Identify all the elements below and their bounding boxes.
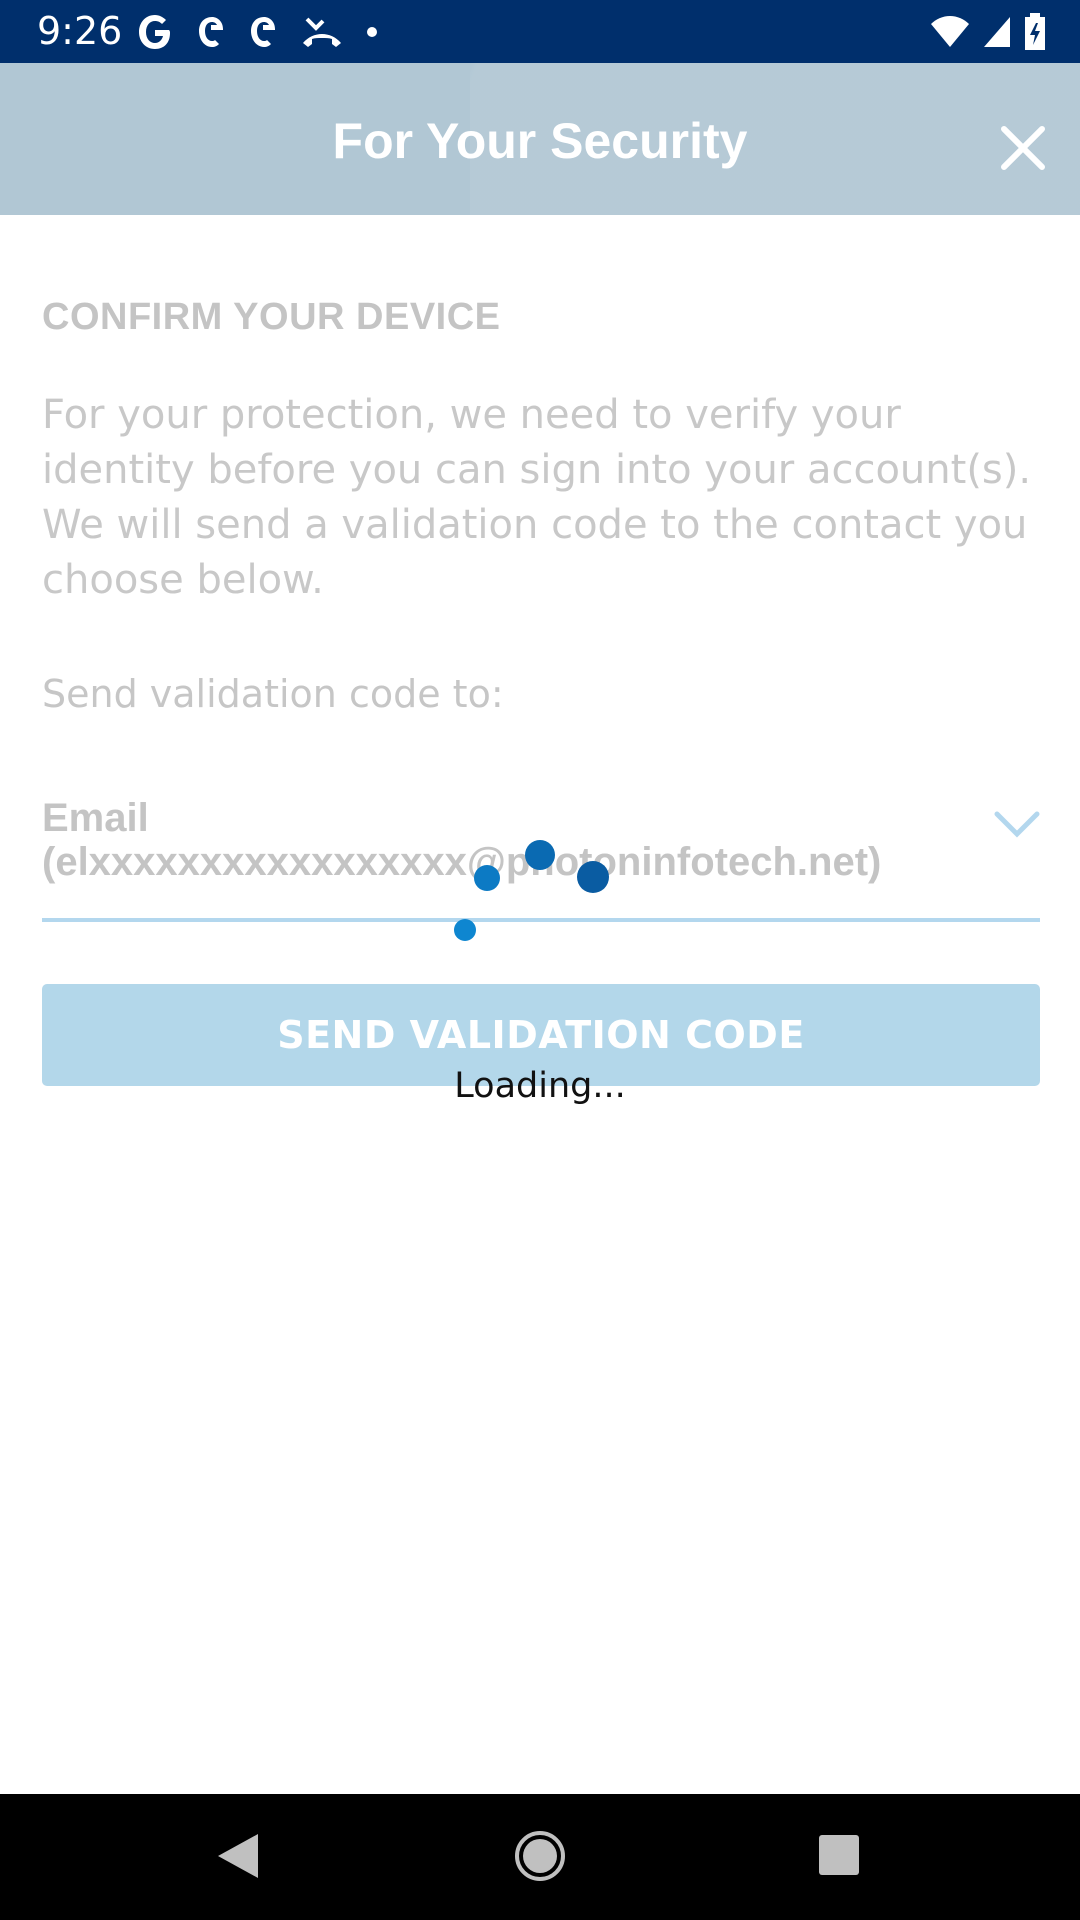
google-icon — [139, 15, 170, 49]
loading-text: Loading... — [454, 1066, 626, 1106]
close-icon[interactable] — [1000, 125, 1046, 171]
section-title: CONFIRM YOUR DEVICE — [42, 296, 501, 338]
missed-call-icon — [303, 17, 341, 47]
battery-icon — [1025, 13, 1045, 50]
modal-header: For Your Security — [0, 63, 1080, 215]
chevron-down-icon — [994, 811, 1040, 838]
description-text: For your protection, we need to verify y… — [42, 392, 1032, 603]
back-icon[interactable] — [216, 1832, 260, 1880]
system-icons — [930, 12, 1046, 52]
wifi-icon — [931, 16, 969, 47]
status-time: 9:26 — [37, 9, 123, 53]
spinner-dot — [454, 919, 476, 941]
home-icon[interactable] — [514, 1830, 566, 1882]
contact-method-dropdown[interactable]: Email (elxxxxxxxxxxxxxxxxx@photoninfotec… — [42, 796, 1040, 922]
page-title: For Your Security — [332, 113, 748, 169]
contact-type-label: Email — [42, 796, 149, 840]
dot-icon — [367, 27, 377, 37]
contact-address: (elxxxxxxxxxxxxxxxxx@photoninfotech.net) — [42, 840, 882, 884]
notification-app-icon — [251, 17, 275, 47]
cell-signal-icon — [984, 17, 1010, 47]
notification-icons — [135, 10, 379, 54]
status-bar: 9:26 — [0, 0, 1080, 63]
loading-spinner — [454, 840, 609, 941]
notification-app-icon — [199, 17, 223, 47]
send-to-label: Send validation code to: — [42, 672, 504, 716]
recents-icon[interactable] — [818, 1834, 860, 1876]
navigation-bar — [0, 1794, 1080, 1920]
